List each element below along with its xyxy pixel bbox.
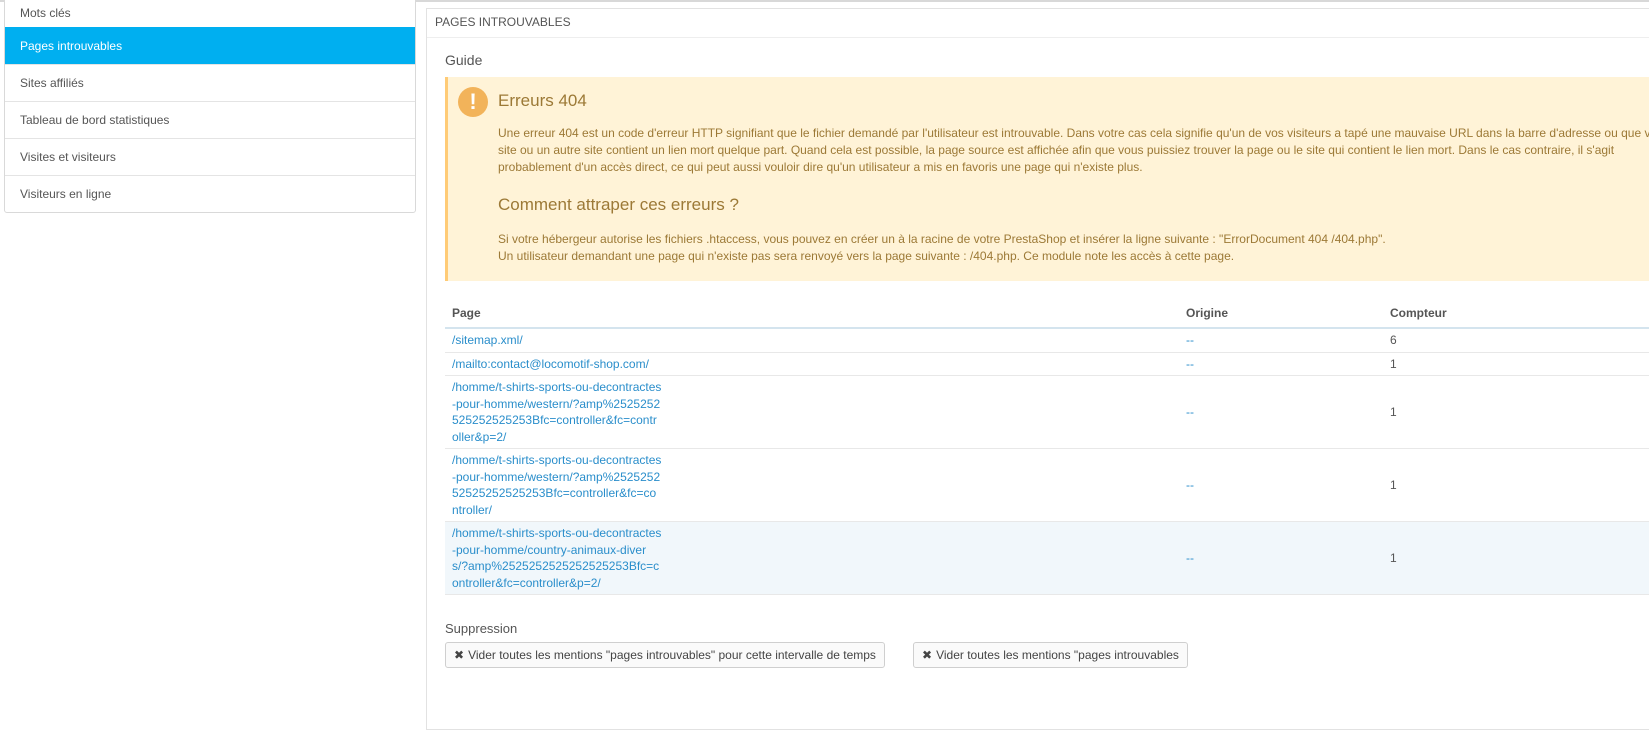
clear-all-button[interactable]: ✖ Vider toutes les mentions "pages introu… [913,642,1188,668]
column-header-origin[interactable]: Origine [1179,299,1383,329]
sidebar-item-tableau-de-bord[interactable]: Tableau de bord statistiques [5,101,415,138]
page-link[interactable]: /homme/t-shirts-sports-ou-decontractes-p… [445,448,1179,522]
count-value: 1 [1383,521,1649,595]
guide-alert: ! Erreurs 404 Une erreur 404 est un code… [445,77,1649,281]
clear-interval-button[interactable]: ✖ Vider toutes les mentions "pages introu… [445,642,885,668]
count-value: 1 [1383,448,1649,522]
sidebar-item-mots-cles[interactable]: Mots clés [5,0,415,27]
exclamation-icon: ! [458,87,488,117]
count-value: 6 [1383,328,1649,353]
close-icon: ✖ [454,648,465,662]
panel-title: PAGES INTROUVABLES [427,9,1649,38]
stats-module-sidebar: Mots clés Pages introuvables Sites affil… [4,0,416,213]
table-row: /sitemap.xml/ -- 6 [445,328,1649,353]
alert-heading-404: Erreurs 404 [498,91,587,110]
sidebar-item-sites-affilies[interactable]: Sites affiliés [5,64,415,101]
page-link[interactable]: /sitemap.xml/ [445,328,1179,353]
origin-link[interactable]: -- [1179,448,1383,522]
origin-link[interactable]: -- [1179,521,1383,595]
sidebar-item-pages-introuvables[interactable]: Pages introuvables [5,27,415,64]
sidebar-item-visiteurs-en-ligne[interactable]: Visiteurs en ligne [5,175,415,212]
column-header-page[interactable]: Page [445,299,1179,329]
alert-heading-catch-errors: Comment attraper ces erreurs ? [498,195,739,214]
table-row: /homme/t-shirts-sports-ou-decontractes-p… [445,375,1649,449]
sidebar-item-visites-visiteurs[interactable]: Visites et visiteurs [5,138,415,175]
table-row: /mailto:contact@locomotif-shop.com/ -- 1 [445,352,1649,376]
page-link[interactable]: /mailto:contact@locomotif-shop.com/ [445,352,1179,376]
origin-link[interactable]: -- [1179,328,1383,353]
alert-text-404: Une erreur 404 est un code d'erreur HTTP… [498,126,1649,174]
suppression-heading: Suppression [445,621,518,636]
alert-text-redirect: Un utilisateur demandant une page qui n'… [498,249,1235,263]
page-link[interactable]: /homme/t-shirts-sports-ou-decontractes-p… [445,521,1179,595]
pages-introuvables-panel: PAGES INTROUVABLES Guide ! Erreurs 404 U… [426,8,1649,730]
close-icon: ✖ [922,648,933,662]
origin-link[interactable]: -- [1179,375,1383,449]
alert-text-htaccess: Si votre hébergeur autorise les fichiers… [498,232,1386,246]
table-row: /homme/t-shirts-sports-ou-decontractes-p… [445,448,1649,522]
page-link[interactable]: /homme/t-shirts-sports-ou-decontractes-p… [445,375,1179,449]
count-value: 1 [1383,352,1649,376]
guide-heading: Guide [445,52,483,68]
not-found-pages-table: Page Origine Compteur /sitemap.xml/ -- 6… [445,299,1649,595]
origin-link[interactable]: -- [1179,352,1383,376]
clear-interval-label: Vider toutes les mentions "pages introuv… [468,648,876,662]
clear-all-label: Vider toutes les mentions "pages introuv… [936,648,1179,662]
count-value: 1 [1383,375,1649,449]
column-header-count[interactable]: Compteur [1383,299,1649,329]
table-header-row: Page Origine Compteur [445,299,1649,329]
table-row: /homme/t-shirts-sports-ou-decontractes-p… [445,521,1649,595]
